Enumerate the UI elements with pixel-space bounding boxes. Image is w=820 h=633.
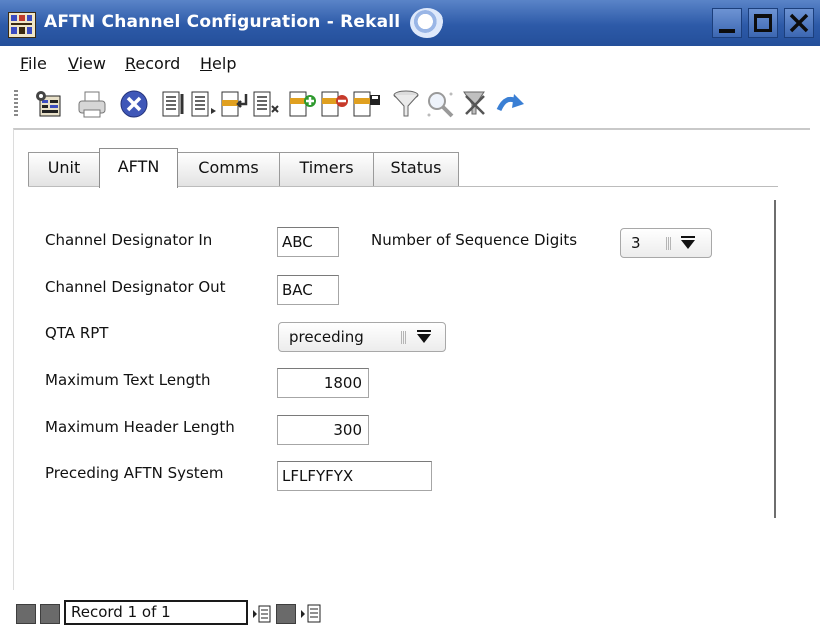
menu-record[interactable]: Record (125, 54, 180, 73)
previous-record-icon (191, 91, 216, 117)
form-container (13, 128, 810, 590)
qta-rpt-select[interactable]: preceding (278, 322, 446, 352)
dropdown-arrow-icon (417, 330, 431, 343)
cancel-button[interactable] (118, 88, 150, 120)
print-button[interactable] (76, 88, 108, 120)
tab-unit[interactable]: Unit (28, 152, 100, 186)
redo-button[interactable] (494, 88, 526, 120)
tab-timers[interactable]: Timers (279, 152, 374, 186)
maximize-button[interactable] (748, 8, 778, 38)
close-icon (789, 13, 809, 33)
sequence-digits-value: 3 (631, 234, 641, 252)
panel-border (774, 200, 776, 518)
sequence-digits-select[interactable]: 3 (620, 228, 712, 258)
filter-icon (393, 90, 419, 117)
new-record-nav-icon[interactable] (300, 602, 322, 624)
last-record-button[interactable] (250, 88, 282, 120)
record-indicator: Record 1 of 1 (64, 600, 248, 625)
next-record-button[interactable] (218, 88, 250, 120)
search-icon (427, 92, 454, 118)
insert-record-icon (289, 91, 316, 117)
next-record-icon (221, 91, 248, 117)
sequence-digits-label: Number of Sequence Digits (371, 231, 578, 249)
toolbar (0, 80, 820, 128)
preceding-aftn-system-field[interactable]: LFLFYFYX (277, 461, 432, 491)
minimize-button[interactable] (712, 8, 742, 38)
channel-designator-out-field[interactable]: BAC (277, 275, 339, 305)
first-record-button[interactable] (158, 88, 190, 120)
menu-help[interactable]: Help (200, 54, 236, 73)
first-record-nav-button[interactable] (16, 604, 36, 624)
tab-aftn[interactable]: AFTN (99, 148, 178, 188)
filter-button[interactable] (390, 88, 422, 120)
first-record-icon (162, 91, 184, 117)
tab-status[interactable]: Status (373, 152, 459, 186)
max-text-length-label: Maximum Text Length (45, 371, 211, 389)
last-record-icon (253, 91, 279, 117)
redo-icon (496, 94, 524, 112)
preceding-aftn-system-label: Preceding AFTN System (45, 464, 224, 482)
menu-bar: File View Record Help (0, 46, 820, 80)
app-window: AFTN Channel Configuration - Rekall File… (0, 0, 820, 633)
app-icon (8, 12, 36, 38)
previous-record-button[interactable] (188, 88, 220, 120)
title-bar[interactable]: AFTN Channel Configuration - Rekall (0, 0, 820, 46)
properties-button[interactable] (32, 88, 64, 120)
dropdown-arrow-icon (681, 236, 695, 249)
search-button[interactable] (424, 88, 456, 120)
qta-rpt-value: preceding (289, 328, 364, 346)
menu-file[interactable]: File (20, 54, 47, 73)
save-record-icon (353, 91, 380, 117)
tab-comms[interactable]: Comms (177, 152, 280, 186)
next-record-nav-icon[interactable] (252, 604, 272, 624)
print-icon (78, 91, 106, 118)
clear-filter-button[interactable] (458, 88, 490, 120)
toolbar-grip[interactable] (14, 90, 18, 118)
max-header-length-field[interactable]: 300 (277, 415, 369, 445)
previous-record-nav-button[interactable] (40, 604, 60, 624)
window-title: AFTN Channel Configuration - Rekall (44, 12, 401, 32)
last-record-nav-button[interactable] (276, 604, 296, 624)
qta-rpt-label: QTA RPT (45, 324, 109, 342)
insert-record-button[interactable] (286, 88, 318, 120)
save-record-button[interactable] (350, 88, 382, 120)
cancel-icon (120, 90, 148, 118)
status-bar: Record 1 of 1 (0, 598, 820, 633)
clear-filter-icon (463, 91, 485, 115)
max-text-length-field[interactable]: 1800 (277, 368, 369, 398)
combo-grip (401, 331, 407, 344)
menu-view[interactable]: View (68, 54, 106, 73)
delete-record-button[interactable] (318, 88, 350, 120)
close-button[interactable] (784, 8, 814, 38)
properties-icon (36, 91, 61, 117)
max-header-length-label: Maximum Header Length (45, 418, 235, 436)
delete-record-icon (321, 91, 348, 117)
suse-logo-icon (410, 8, 444, 38)
channel-designator-in-label: Channel Designator In (45, 231, 213, 249)
channel-designator-in-field[interactable]: ABC (277, 227, 339, 257)
channel-designator-out-label: Channel Designator Out (45, 278, 226, 296)
combo-grip (666, 237, 672, 250)
